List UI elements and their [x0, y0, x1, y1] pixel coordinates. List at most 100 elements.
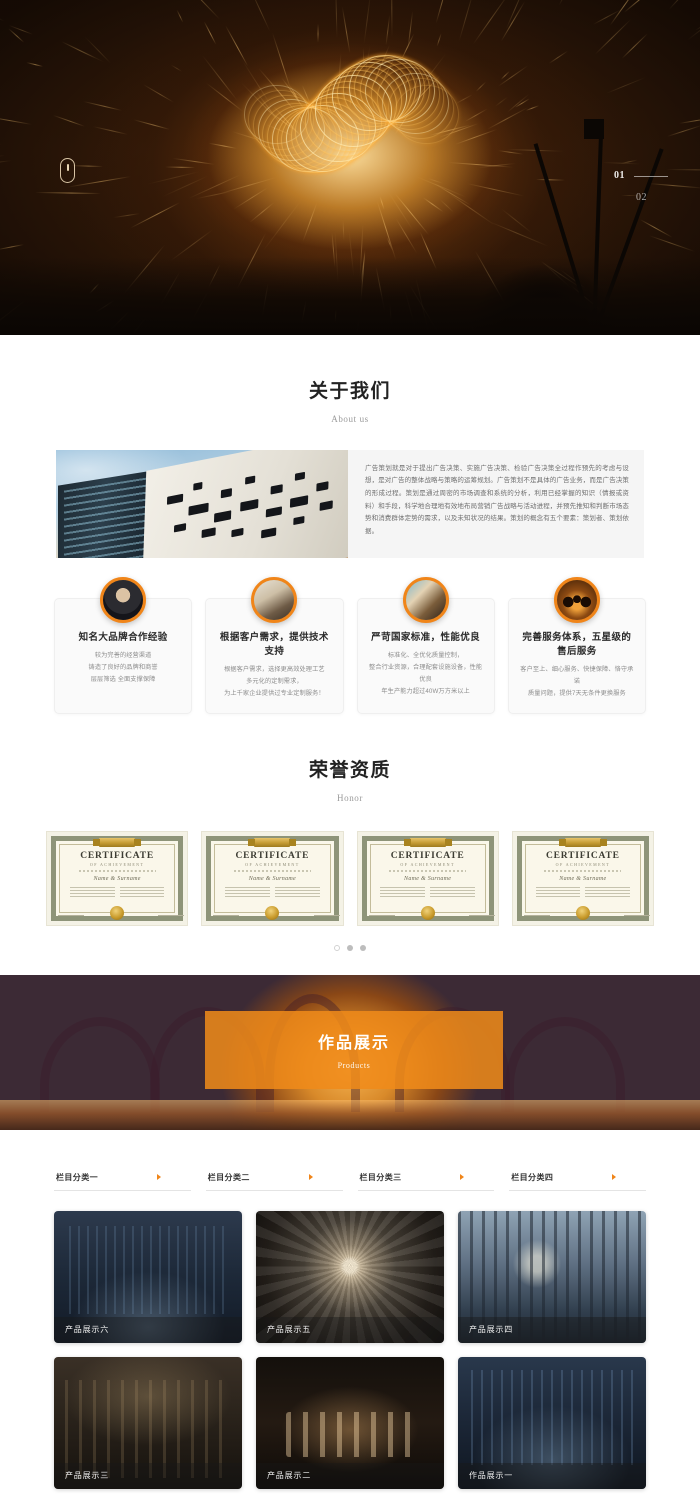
hero-slide-divider [634, 176, 668, 177]
certificate-subtitle: OF ACHIEVEMENT [400, 861, 455, 867]
seal-icon [265, 905, 280, 920]
about-heading: 关于我们 About us [0, 335, 700, 424]
feature-card[interactable]: 根据客户需求，提供技术支持 根据客户需求，选择更高效处理工艺 多元化的定制需求，… [205, 576, 344, 714]
certificate-name: Name & Surname [404, 875, 452, 882]
feature-card-desc: 根据客户需求，选择更高效处理工艺 多元化的定制需求， 为上千家企业提供过专业定制… [224, 665, 325, 697]
product-card[interactable]: 产品展示三 [54, 1356, 242, 1489]
feature-card-desc: 标准化、全优化质量控制， 整合行业资源，合理配套设施设备，性能优良 年生产能力超… [369, 651, 483, 695]
ribbon-icon [558, 837, 607, 847]
products-banner: 作品展示 Products [0, 974, 700, 1130]
seal-icon [575, 905, 590, 920]
feature-card-title: 根据客户需求，提供技术支持 [219, 631, 329, 657]
product-card[interactable]: 作品展示一 [458, 1356, 646, 1489]
category-tab-label: 栏目分类四 [511, 1172, 554, 1182]
about-subtitle: About us [331, 413, 369, 424]
product-caption-bar: 产品展示三 [54, 1462, 242, 1489]
certificate-item[interactable]: CERTIFICATE OF ACHIEVEMENT Name & Surnam… [201, 830, 344, 926]
seal-icon [420, 905, 435, 920]
about-content-card: 广告策划就是对于提出广告决策、实施广告决策、检验广告决策全过程作预先的考虑与设想… [56, 449, 644, 558]
page-bottom-spacer [0, 1489, 700, 1511]
product-label: 产品展示三 [65, 1471, 109, 1481]
hero-slide-number-01[interactable]: 01 [614, 170, 625, 181]
feature-card[interactable]: 知名大品牌合作经验 较为完善的经营渠道 铸造了良好的品牌和商誉 层层筛选 全面支… [54, 576, 193, 714]
about-calligraphy: "天道酬勤" [364, 556, 460, 558]
honor-section: 荣誉资质 Honor CERTIFICATE OF ACHIEVEMENT Na… [0, 713, 700, 975]
products-banner-title-box: 作品展示 Products [205, 1010, 503, 1089]
product-label: 产品展示六 [65, 1325, 109, 1335]
feature-card-list: 知名大品牌合作经验 较为完善的经营渠道 铸造了良好的品牌和商誉 层层筛选 全面支… [54, 576, 646, 714]
honor-heading: 荣誉资质 Honor [0, 714, 700, 803]
product-label: 产品展示二 [267, 1471, 311, 1481]
feature-card-title: 严苛国家标准，性能优良 [371, 631, 481, 643]
category-tab-label: 栏目分类二 [207, 1172, 250, 1182]
about-paragraph: 广告策划就是对于提出广告决策、实施广告决策、检验广告决策全过程作预先的考虑与设想… [365, 464, 629, 536]
carousel-dot-1[interactable] [334, 944, 340, 951]
product-card[interactable]: 产品展示二 [256, 1356, 444, 1489]
product-caption-bar: 作品展示一 [458, 1462, 646, 1489]
category-tab-1[interactable]: 栏目分类一 [54, 1168, 191, 1191]
factory-worker-photo-icon [402, 576, 449, 623]
products-section: 栏目分类一 栏目分类二 栏目分类三 栏目分类四 产品展示六 产品展示五 产品展示… [0, 1167, 700, 1511]
category-tab-3[interactable]: 栏目分类三 [357, 1168, 495, 1191]
honor-subtitle: Honor [337, 792, 363, 803]
feature-card-title: 完善服务体系，五星级的售后服务 [522, 631, 632, 657]
product-card[interactable]: 产品展示五 [256, 1210, 444, 1343]
carousel-dots[interactable] [0, 944, 700, 975]
category-tab-label: 栏目分类一 [56, 1172, 98, 1182]
document-review-photo-icon [251, 576, 298, 623]
certificate-subtitle: OF ACHIEVEMENT [89, 861, 145, 867]
product-label: 作品展示一 [469, 1471, 513, 1481]
team-group-photo-icon [553, 576, 600, 623]
certificate-item[interactable]: CERTIFICATE OF ACHIEVEMENT Name & Surnam… [46, 830, 189, 926]
ribbon-icon [403, 837, 452, 847]
product-label: 产品展示五 [267, 1325, 311, 1335]
product-caption-bar: 产品展示五 [256, 1316, 444, 1343]
seal-icon [110, 905, 125, 920]
about-text-block: 广告策划就是对于提出广告决策、实施广告决策、检验广告决策全过程作预先的考虑与设想… [348, 450, 644, 558]
category-tab-label: 栏目分类三 [359, 1172, 402, 1182]
feature-card[interactable]: 严苛国家标准，性能优良 标准化、全优化质量控制， 整合行业资源，合理配套设施设备… [356, 576, 495, 714]
hero-slide-indicators[interactable]: 01 02 [614, 168, 674, 212]
honor-title: 荣誉资质 [308, 759, 391, 781]
triangle-right-icon [156, 1174, 161, 1181]
category-tab-4[interactable]: 栏目分类四 [509, 1168, 646, 1191]
certificate-subtitle: OF ACHIEVEMENT [245, 861, 300, 867]
product-label: 产品展示四 [469, 1325, 513, 1335]
certificate-item[interactable]: CERTIFICATE OF ACHIEVEMENT Name & Surnam… [356, 830, 499, 926]
about-title: 关于我们 [308, 381, 391, 402]
carousel-dot-2[interactable] [347, 944, 353, 951]
hero-banner: 01 02 [0, 0, 700, 335]
ribbon-icon [248, 837, 297, 847]
product-card[interactable]: 产品展示六 [54, 1210, 242, 1343]
carousel-dot-3[interactable] [360, 944, 366, 951]
product-grid: 产品展示六 产品展示五 产品展示四 产品展示三 产品展示二 作品展示一 [54, 1210, 646, 1489]
triangle-right-icon [460, 1174, 465, 1181]
about-section: 关于我们 About us 广告策划就是对于提出广告决策、实施广告决策、检验广告… [0, 335, 700, 714]
banner-floor [0, 1099, 700, 1130]
certificate-title: CERTIFICATE [546, 850, 620, 861]
ribbon-icon [93, 837, 142, 847]
hero-ground-gradient [0, 257, 700, 335]
feature-card-desc: 客户至上、细心服务、快捷保障、恪守承诺 质量问题，提供7天无条件更换服务 [520, 665, 634, 697]
certificate-title: CERTIFICATE [235, 850, 310, 861]
certificate-title: CERTIFICATE [390, 850, 465, 861]
certificate-carousel[interactable]: CERTIFICATE OF ACHIEVEMENT Name & Surnam… [46, 830, 654, 926]
category-tab-list: 栏目分类一 栏目分类二 栏目分类三 栏目分类四 [54, 1168, 646, 1191]
handshake-photo-icon [100, 576, 147, 623]
product-caption-bar: 产品展示二 [256, 1462, 444, 1489]
product-caption-bar: 产品展示六 [54, 1316, 242, 1343]
product-card[interactable]: 产品展示四 [458, 1210, 646, 1343]
certificate-title: CERTIFICATE [80, 850, 154, 861]
about-image-building-right [141, 449, 348, 558]
feature-card[interactable]: 完善服务体系，五星级的售后服务 客户至上、细心服务、快捷保障、恪守承诺 质量问题… [507, 576, 646, 714]
category-tab-2[interactable]: 栏目分类二 [205, 1168, 343, 1191]
certificate-item[interactable]: CERTIFICATE OF ACHIEVEMENT Name & Surnam… [511, 830, 654, 926]
scroll-down-mouse-icon[interactable] [60, 158, 75, 183]
light-painting-coil [236, 55, 466, 212]
about-footer-row: "天道酬勤" 查看详情 [365, 556, 629, 558]
products-banner-subtitle: Products [337, 1061, 371, 1071]
triangle-right-icon [308, 1174, 313, 1181]
certificate-name: Name & Surname [93, 875, 141, 882]
about-image [56, 449, 348, 558]
hero-slide-number-02[interactable]: 02 [636, 192, 647, 203]
